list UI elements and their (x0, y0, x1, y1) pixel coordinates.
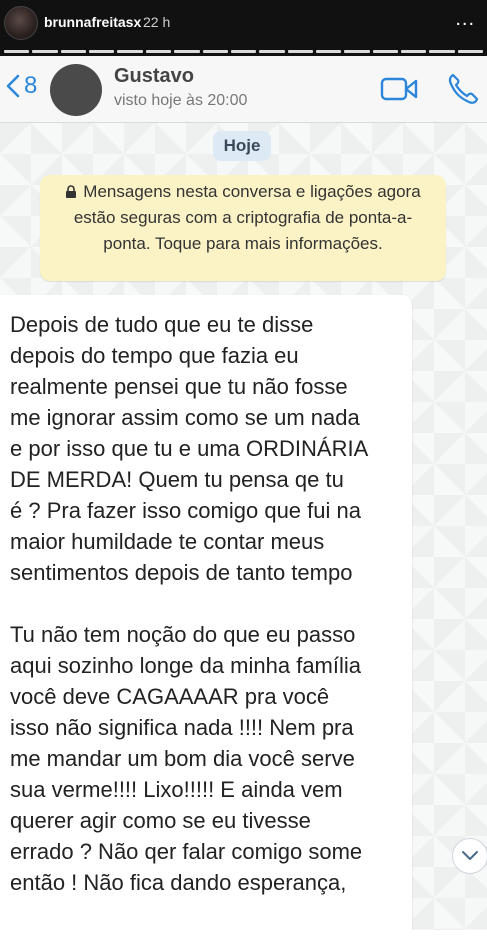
bottom-edge (0, 930, 487, 936)
avatar[interactable] (4, 6, 38, 40)
back-button[interactable]: 8 (6, 72, 37, 100)
chat-area[interactable]: Hoje Mensagens nesta conversa e ligações… (0, 123, 487, 936)
progress-segment (202, 50, 228, 53)
chevron-left-icon (6, 74, 20, 98)
progress-segment (60, 50, 87, 53)
progress-segment (259, 50, 285, 53)
progress-segment (4, 50, 30, 53)
contact-status: visto hoje às 20:00 (114, 92, 248, 109)
chat-screenshot: 8 Gustavo visto hoje às 20:00 Hoje Mensa… (0, 56, 487, 936)
encryption-notice[interactable]: Mensagens nesta conversa e ligações agor… (40, 175, 446, 281)
progress-segment (145, 50, 172, 53)
progress-segment (230, 50, 257, 53)
story-timestamp: 22 h (143, 14, 171, 30)
progress-segment (287, 50, 313, 53)
video-call-icon[interactable] (380, 76, 418, 102)
progress-segment (344, 50, 370, 53)
story-progress-bar (4, 50, 484, 53)
progress-segment (174, 50, 200, 53)
contact-avatar[interactable] (50, 64, 102, 116)
encryption-notice-text: Mensagens nesta conversa e ligações agor… (73, 182, 421, 253)
chevron-down-icon (462, 851, 478, 860)
story-username[interactable]: brunnafreitasx (44, 14, 141, 30)
progress-segment (117, 50, 143, 53)
more-horizontal-icon[interactable]: ... (455, 8, 475, 31)
progress-segment (457, 50, 484, 53)
progress-segment (315, 50, 342, 53)
date-separator: Hoje (213, 131, 271, 161)
story-header: brunnafreitasx 22 h ... (0, 0, 487, 56)
chat-header: 8 Gustavo visto hoje às 20:00 (0, 56, 487, 123)
incoming-message[interactable]: Depois de tudo que eu te disse depois do… (0, 295, 412, 936)
progress-segment (372, 50, 399, 53)
progress-segment (89, 50, 115, 53)
lock-icon (66, 185, 77, 198)
scroll-down-button[interactable] (452, 838, 487, 874)
progress-segment (32, 50, 58, 53)
progress-segment (429, 50, 455, 53)
contact-name[interactable]: Gustavo (114, 65, 194, 88)
phone-icon[interactable] (446, 72, 480, 106)
progress-segment (401, 50, 427, 53)
unread-count: 8 (24, 72, 38, 99)
